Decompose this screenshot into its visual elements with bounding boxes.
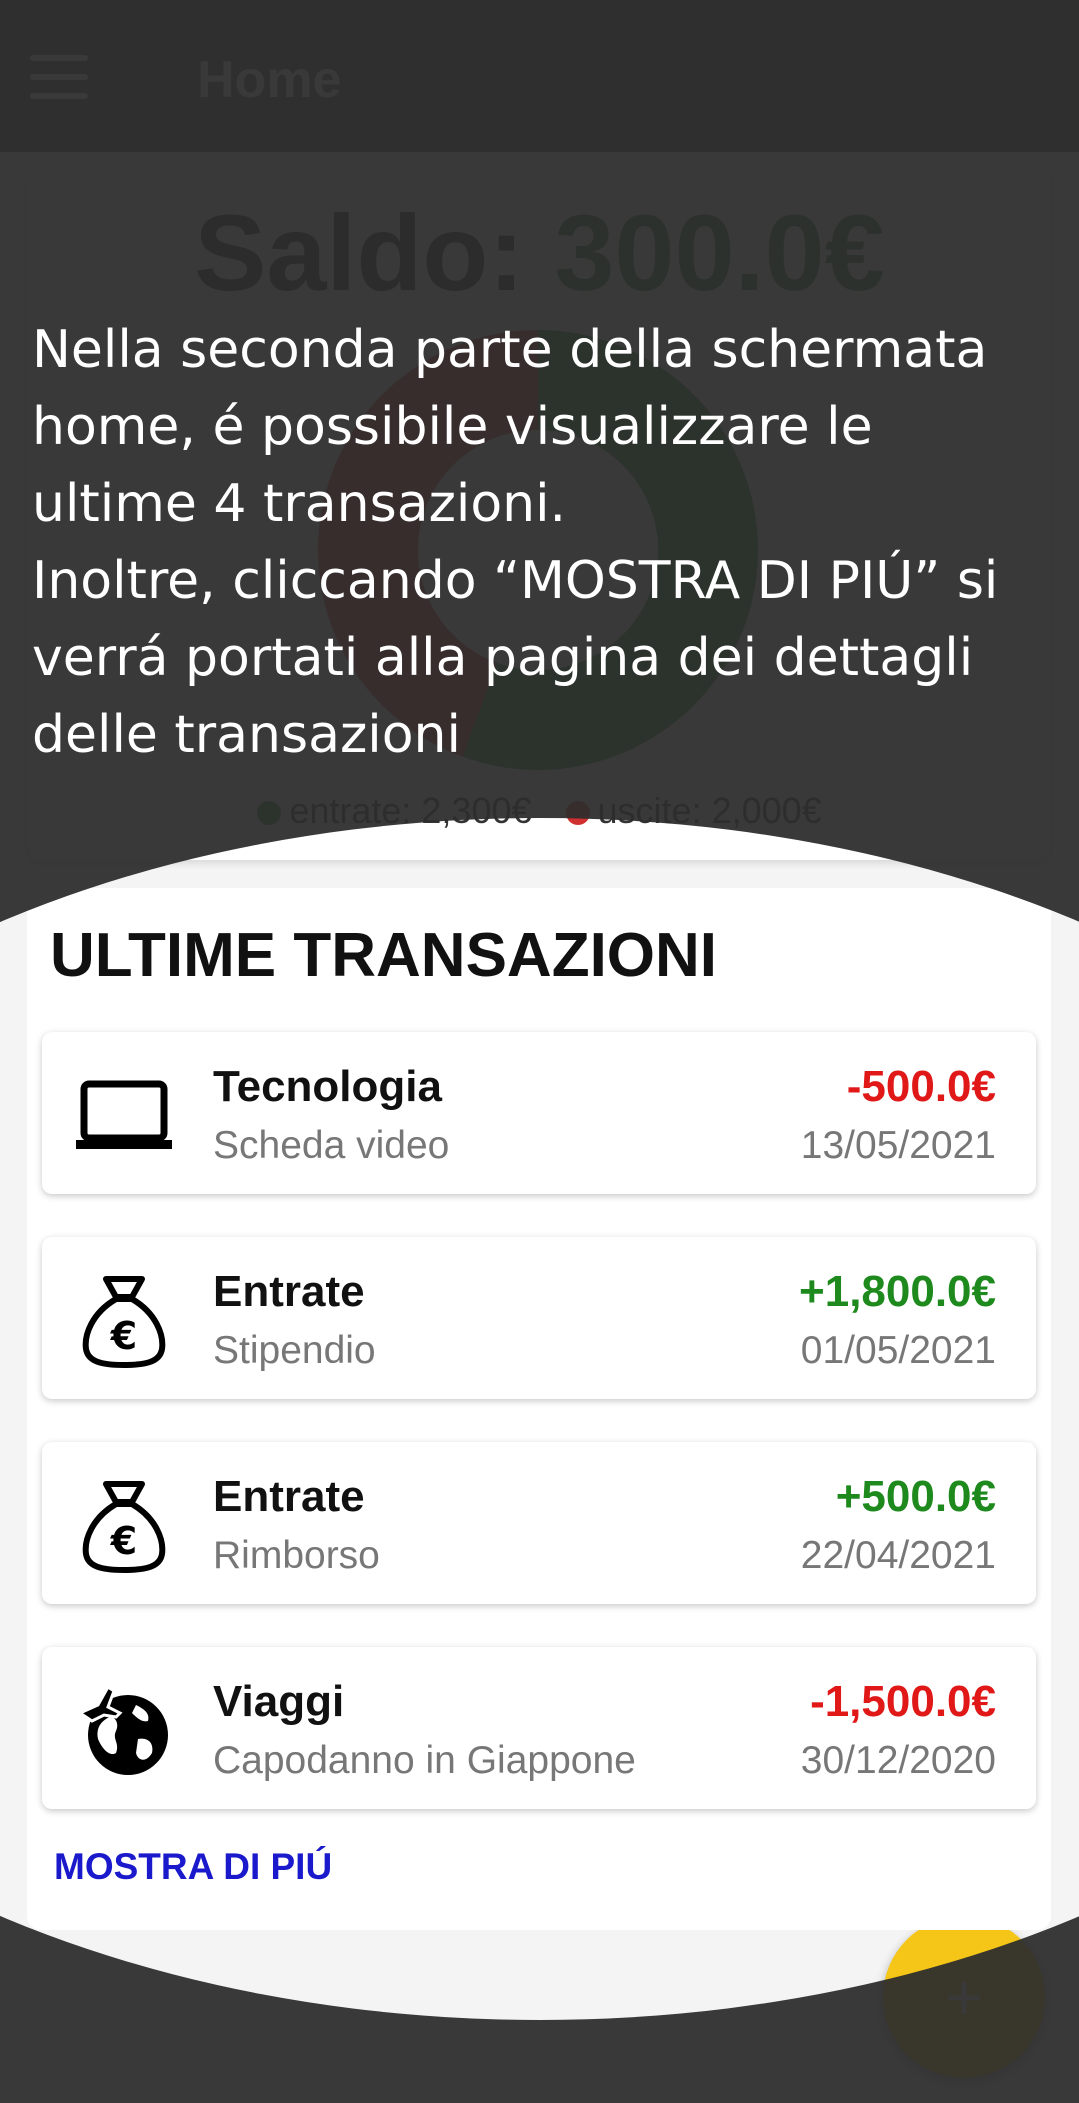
transactions-title: ULTIME TRANSAZIONI	[50, 921, 718, 990]
transaction-date: 30/12/2020	[800, 1739, 996, 1782]
money-bag-euro-icon: €	[82, 1481, 166, 1573]
balance-display: Saldo: 300.0€	[0, 190, 1079, 315]
transaction-category: Entrate	[213, 1472, 365, 1521]
travel-globe-icon	[76, 1684, 168, 1775]
money-bag-euro-icon: €	[82, 1276, 166, 1368]
svg-text:€: €	[110, 1314, 137, 1358]
transaction-category: Viaggi	[213, 1677, 345, 1726]
transaction-row[interactable]: Tecnologia Scheda video -500.0€ 13/05/20…	[42, 1032, 1036, 1194]
laptop-icon	[76, 1080, 172, 1149]
legend-expenses: uscite: 2,000€	[597, 790, 822, 831]
plus-icon: +	[945, 1961, 983, 2033]
menu-icon[interactable]	[30, 55, 88, 99]
transaction-row[interactable]: € Entrate Rimborso +500.0€ 22/04/2021	[42, 1442, 1036, 1604]
balance-label: Saldo:	[194, 192, 525, 313]
transaction-category: Entrate	[213, 1267, 365, 1316]
show-more-link[interactable]: MOSTRA DI PIÚ	[54, 1846, 332, 1888]
transaction-amount: -500.0€	[846, 1062, 996, 1111]
page-title: Home	[197, 51, 342, 109]
transaction-amount: +500.0€	[835, 1472, 996, 1521]
add-transaction-button[interactable]: +	[883, 1916, 1045, 2078]
transaction-row[interactable]: Viaggi Capodanno in Giappone -1,500.0€ 3…	[42, 1647, 1036, 1809]
legend-income: entrate: 2,300€	[289, 790, 532, 831]
transaction-amount: +1,800.0€	[799, 1267, 996, 1316]
transaction-date: 22/04/2021	[800, 1534, 996, 1577]
chart-legend: entrate: 2,300€ uscite: 2,000€	[0, 790, 1079, 832]
transaction-description: Scheda video	[213, 1124, 450, 1167]
app-bar: Home	[0, 0, 1079, 152]
transaction-date: 01/05/2021	[800, 1329, 996, 1372]
balance-amount: 300.0€	[554, 192, 885, 313]
transaction-description: Capodanno in Giappone	[213, 1739, 636, 1782]
expense-dot-icon	[565, 801, 590, 826]
income-dot-icon	[257, 801, 282, 826]
transaction-category: Tecnologia	[213, 1062, 442, 1111]
transaction-description: Rimborso	[213, 1534, 380, 1577]
transaction-description: Stipendio	[213, 1329, 376, 1372]
transaction-date: 13/05/2021	[800, 1124, 996, 1167]
tutorial-text: Nella seconda parte della schermata home…	[32, 320, 999, 765]
transaction-amount: -1,500.0€	[810, 1677, 996, 1726]
svg-text:€: €	[110, 1519, 137, 1563]
transaction-row[interactable]: € Entrate Stipendio +1,800.0€ 01/05/2021	[42, 1237, 1036, 1399]
